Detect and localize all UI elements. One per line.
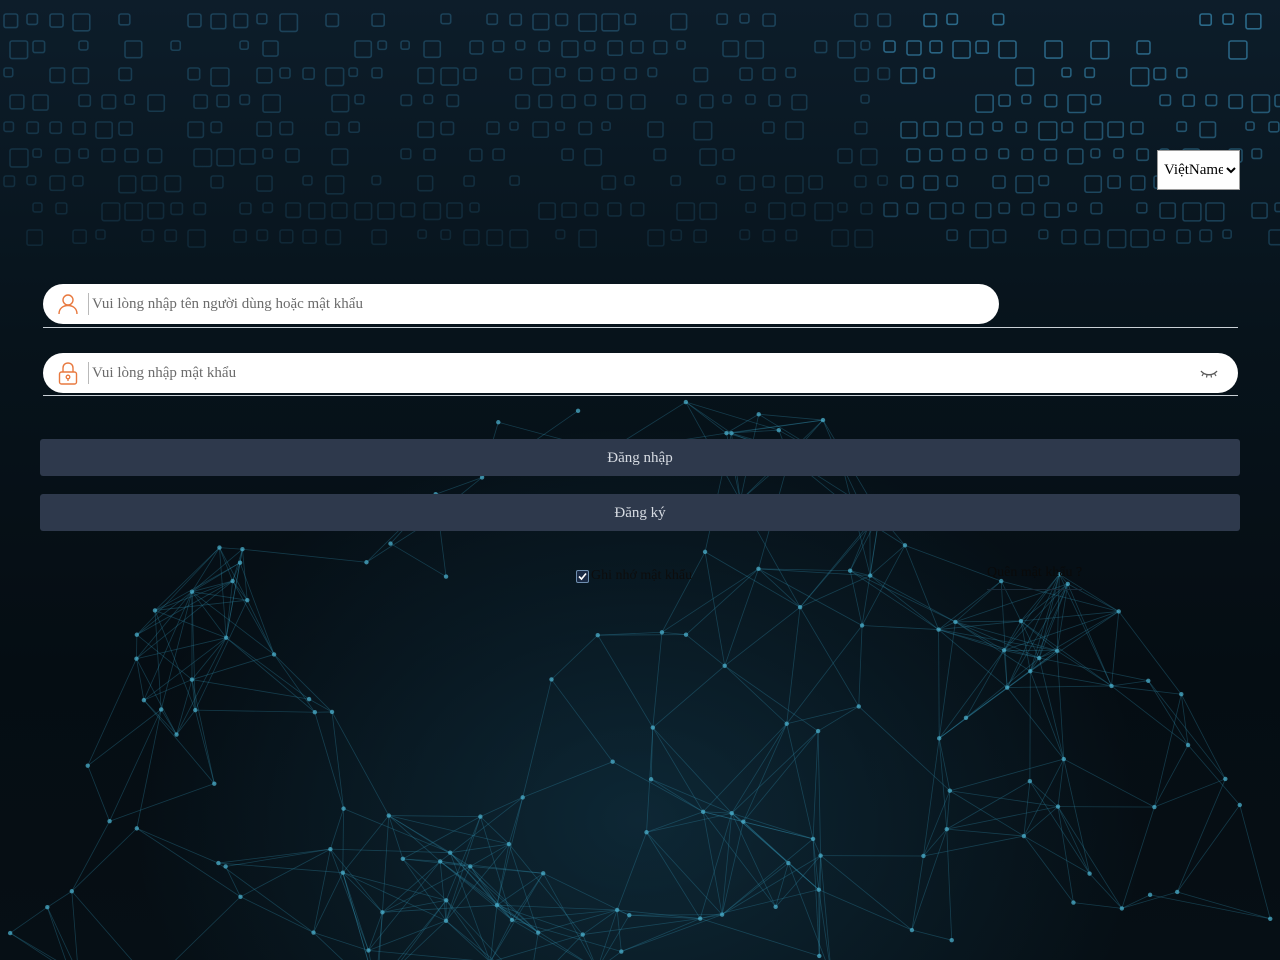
lock-icon (58, 362, 78, 385)
remember-label: Ghi nhớ mật khẩu (591, 568, 693, 583)
forgot-password-link[interactable]: Quên mật khẩu ? (987, 565, 1083, 590)
password-input[interactable] (92, 359, 1182, 387)
username-underline (43, 327, 1238, 328)
field-separator (88, 362, 89, 384)
checkmark-icon (578, 572, 587, 580)
password-underline (43, 395, 1238, 396)
remember-password[interactable]: Ghi nhớ mật khẩu (576, 566, 692, 586)
remember-checkbox[interactable] (576, 569, 589, 583)
field-separator (88, 293, 89, 315)
register-button[interactable]: Đăng ký (40, 494, 1240, 531)
username-input[interactable] (92, 290, 982, 318)
eye-closed-icon[interactable] (1199, 366, 1219, 380)
language-select[interactable]: ViệtName (1157, 150, 1240, 190)
background-graphic (3, 13, 1280, 960)
username-field[interactable] (43, 284, 999, 324)
password-field[interactable] (43, 353, 1238, 393)
user-icon (58, 294, 78, 315)
login-button[interactable]: Đăng nhập (40, 439, 1240, 476)
